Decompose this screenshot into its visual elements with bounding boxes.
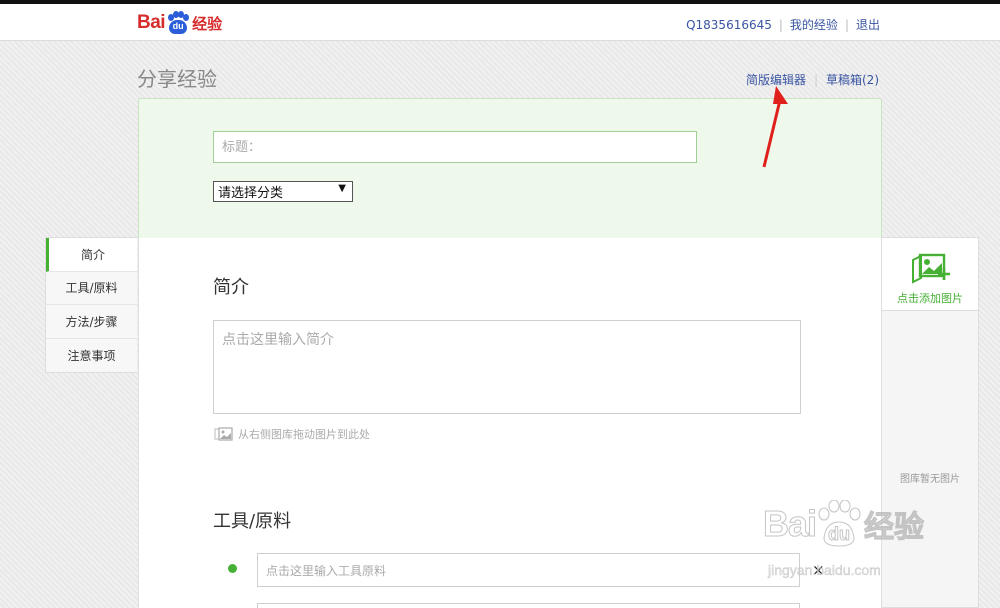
annotation-arrow-icon xyxy=(762,86,788,168)
